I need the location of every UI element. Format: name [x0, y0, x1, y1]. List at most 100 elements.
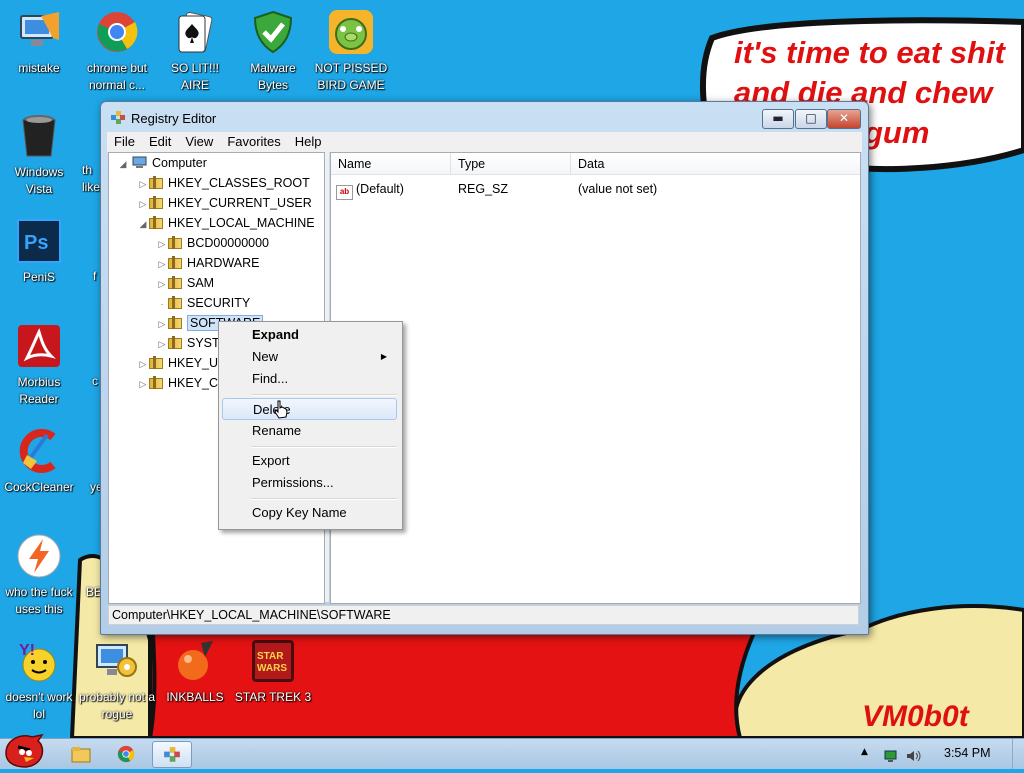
folder-icon: [168, 256, 182, 269]
minimize-button[interactable]: ▬: [762, 109, 794, 129]
tree-item-security[interactable]: · SECURITY: [156, 294, 250, 312]
menu-item-expand[interactable]: Expand: [222, 324, 397, 346]
desktop-icon-label: STAR TREK 3: [234, 690, 312, 704]
desktop-icon-mistake[interactable]: mistake: [0, 8, 78, 77]
menu-favorites[interactable]: Favorites: [220, 132, 287, 152]
window-title: Registry Editor: [131, 111, 217, 126]
maximize-button[interactable]: □: [795, 109, 827, 129]
taskbar-chrome[interactable]: [107, 741, 145, 766]
tree-item-hkey-classes-root[interactable]: ▷ HKEY_CLASSES_ROOT: [137, 174, 310, 192]
folder-icon: [149, 376, 163, 389]
tree-item-label: BCD00000000: [187, 236, 270, 250]
collapsed-arrow-icon[interactable]: ▷: [156, 315, 168, 333]
menu-item-find[interactable]: Find...: [222, 368, 397, 390]
menu-view[interactable]: View: [178, 132, 220, 152]
desktop-icon-solitaire[interactable]: SO LIT!!! AIRE: [156, 8, 234, 94]
wallpaper-caption-line-3: gum: [864, 115, 930, 150]
show-hidden-icons-arrow[interactable]: ▲: [861, 747, 873, 759]
folder-icon: [168, 316, 182, 329]
wallpaper-caption-line-1: it's time to eat shit: [734, 35, 1005, 70]
desktop-icon-cockcleaner[interactable]: CockCleaner: [0, 427, 78, 496]
collapsed-arrow-icon[interactable]: ▷: [156, 255, 168, 273]
tree-item-hardware[interactable]: ▷ HARDWARE: [156, 254, 259, 272]
pdf-reader-icon: [15, 322, 63, 370]
value-type-cell: REG_SZ: [458, 182, 509, 196]
collapsed-arrow-icon[interactable]: ▷: [137, 195, 149, 213]
taskbar-explorer[interactable]: [62, 741, 100, 766]
collapsed-arrow-icon[interactable]: ▷: [156, 235, 168, 253]
desktop-icon-label: PeniS: [22, 270, 56, 284]
collapsed-arrow-icon[interactable]: ▷: [137, 355, 149, 373]
desktop-icon-bird-game[interactable]: NOT PISSED BIRD GAME: [312, 8, 390, 94]
taskbar-registry-editor[interactable]: [152, 741, 192, 768]
tree-item-computer[interactable]: ◢ Computer: [117, 154, 207, 172]
desktop-icon-windows-vista[interactable]: Windows Vista: [0, 112, 78, 198]
desktop-icon-label: INKBALLS: [166, 690, 224, 704]
values-list[interactable]: Name Type Data ab (Default) REG_SZ (value…: [330, 152, 861, 604]
show-desktop-button[interactable]: [1012, 739, 1024, 769]
taskbar-clock[interactable]: 3:54 PM: [944, 746, 991, 760]
broom-icon: [15, 427, 63, 475]
desktop-icon-label: Windows Vista: [14, 165, 64, 196]
collapsed-arrow-icon[interactable]: ▷: [156, 335, 168, 353]
tree-item-label: Computer: [151, 156, 207, 170]
column-header-type[interactable]: Type: [451, 153, 571, 175]
computer-icon: [132, 156, 148, 174]
angry-bird-start-icon: [5, 733, 44, 768]
expanded-arrow-icon[interactable]: ◢: [137, 215, 149, 233]
menu-item-delete[interactable]: Delete: [222, 398, 397, 420]
tree-item-hkey-current-user[interactable]: ▷ HKEY_CURRENT_USER: [137, 194, 312, 212]
folder-icon: [149, 196, 163, 209]
photoshop-icon: Ps: [15, 217, 63, 265]
menu-file[interactable]: File: [107, 132, 142, 152]
desktop-icon-label: NOT PISSED BIRD GAME: [314, 61, 388, 92]
folder-icon: [149, 176, 163, 189]
menu-help[interactable]: Help: [288, 132, 329, 152]
shield-check-icon: [249, 8, 297, 56]
desktop-icon-star-trek[interactable]: STAR WARS STAR TREK 3: [234, 637, 312, 706]
maximize-icon: □: [805, 111, 817, 125]
registry-editor-window[interactable]: Registry Editor ▬ □ ✕ File Edit View Fav…: [100, 101, 869, 635]
desktop-icon-label: Morbius Reader: [17, 375, 61, 406]
desktop-icon-rogue[interactable]: probably not a rogue: [78, 637, 156, 723]
menu-item-rename[interactable]: Rename: [222, 420, 397, 442]
desktop-icon-chrome[interactable]: chrome but normal c...: [78, 8, 156, 94]
desktop-icon-label: CockCleaner: [4, 480, 74, 494]
value-name-cell: ab (Default): [336, 180, 404, 200]
tree-item-sam[interactable]: ▷ SAM: [156, 274, 214, 292]
computer-icon: [15, 8, 63, 56]
volume-icon[interactable]: [906, 747, 921, 762]
collapsed-arrow-icon[interactable]: ▷: [137, 375, 149, 393]
trash-bin-icon: [15, 112, 63, 160]
desktop-icon-label: doesn't work lol: [5, 690, 73, 721]
menu-item-export[interactable]: Export: [222, 450, 397, 472]
desktop-icon-inkballs[interactable]: INKBALLS: [156, 637, 234, 706]
svg-text:Ps: Ps: [24, 232, 48, 254]
submenu-arrow-icon: ▶: [380, 352, 387, 361]
desktop-icon-yahoo[interactable]: Y! doesn't work lol: [0, 637, 78, 723]
desktop-icon-malwarebytes[interactable]: Malware Bytes: [234, 8, 312, 94]
column-header-data[interactable]: Data: [571, 153, 860, 175]
expanded-arrow-icon[interactable]: ◢: [117, 155, 129, 173]
network-icon[interactable]: [884, 747, 897, 762]
menu-item-permissions[interactable]: Permissions...: [222, 472, 397, 494]
menu-edit[interactable]: Edit: [142, 132, 178, 152]
desktop-icon-lightning[interactable]: who the fuck uses this: [0, 532, 78, 618]
tree-item-bcd[interactable]: ▷ BCD00000000: [156, 234, 269, 252]
collapsed-arrow-icon[interactable]: ▷: [156, 275, 168, 293]
desktop-icon-photoshop[interactable]: Ps PeniS: [0, 217, 78, 286]
inkball-icon: [171, 637, 219, 685]
close-button[interactable]: ✕: [827, 109, 861, 129]
taskbar: ▲ 3:54 PM: [0, 733, 1024, 769]
start-button[interactable]: [2, 731, 48, 773]
title-bar[interactable]: Registry Editor ▬ □ ✕: [101, 102, 868, 132]
collapsed-arrow-icon[interactable]: ▷: [137, 175, 149, 193]
menu-separator: [251, 394, 397, 396]
menu-item-new[interactable]: New ▶: [222, 346, 397, 368]
column-header-name[interactable]: Name: [331, 153, 451, 175]
menu-item-copy-key-name[interactable]: Copy Key Name: [222, 502, 397, 524]
desktop-icon-label: who the fuck uses this: [5, 585, 73, 616]
tree-item-hkey-local-machine[interactable]: ◢ HKEY_LOCAL_MACHINE: [137, 214, 315, 232]
desktop-icon-morbius-reader[interactable]: Morbius Reader: [0, 322, 78, 408]
context-menu[interactable]: Expand New ▶ Find... Delete Rename Export…: [218, 321, 403, 530]
